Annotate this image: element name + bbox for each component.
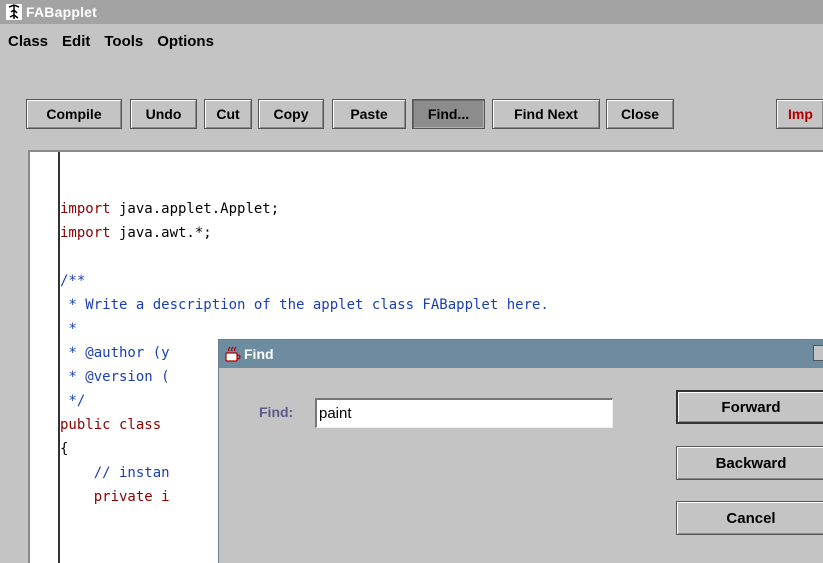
code-token: * Write a description of the applet clas…	[60, 297, 549, 313]
implementation-button[interactable]: Imp	[776, 99, 823, 129]
find-dialog-title: Find	[244, 346, 274, 362]
code-line[interactable]: *	[60, 317, 549, 341]
code-token: java.applet.Applet;	[110, 201, 280, 217]
code-token: // instan	[60, 465, 170, 481]
code-token: public class	[60, 417, 162, 433]
code-token: import	[60, 225, 111, 241]
code-token: /**	[60, 273, 86, 289]
forward-button[interactable]: Forward	[676, 390, 823, 424]
window-titlebar[interactable]: FABapplet	[0, 0, 823, 24]
find-next-button[interactable]: Find Next	[492, 99, 600, 129]
undo-button[interactable]: Undo	[130, 99, 197, 129]
code-token: java.awt.*;	[110, 225, 212, 241]
paste-button[interactable]: Paste	[332, 99, 406, 129]
window-title: FABapplet	[26, 4, 98, 20]
find-label: Find:	[259, 404, 294, 420]
code-token: {	[60, 441, 69, 457]
menu-options[interactable]: Options	[157, 33, 214, 50]
backward-button[interactable]: Backward	[676, 446, 823, 480]
cancel-button[interactable]: Cancel	[676, 501, 823, 535]
code-line[interactable]: import java.applet.Applet;	[60, 197, 549, 221]
close-button[interactable]: Close	[606, 99, 674, 129]
code-token: */	[60, 393, 86, 409]
dialog-close-icon[interactable]	[813, 345, 823, 361]
menu-bar: Class Edit Tools Options	[0, 24, 823, 58]
code-line[interactable]: /**	[60, 269, 549, 293]
code-token: import	[60, 201, 111, 217]
menu-edit[interactable]: Edit	[62, 33, 90, 50]
copy-button[interactable]: Copy	[258, 99, 324, 129]
code-token: * @version (	[60, 369, 170, 385]
menu-tools[interactable]: Tools	[104, 33, 143, 50]
find-button[interactable]: Find...	[412, 99, 485, 129]
find-dialog: Find Find: Forward Backward Cancel	[218, 339, 823, 563]
code-token: * @author (y	[60, 345, 170, 361]
compile-button[interactable]: Compile	[26, 99, 122, 129]
code-token: *	[60, 321, 77, 337]
code-line[interactable]	[60, 245, 549, 269]
code-line[interactable]: import java.awt.*;	[60, 221, 549, 245]
find-input[interactable]	[315, 398, 613, 428]
code-token: private i	[60, 489, 170, 505]
applet-app-icon	[6, 4, 22, 20]
code-line[interactable]: * Write a description of the applet clas…	[60, 293, 549, 317]
toolbar: Compile Undo Cut Copy Paste Find... Find…	[0, 58, 823, 148]
cut-button[interactable]: Cut	[204, 99, 252, 129]
find-dialog-titlebar[interactable]: Find	[219, 340, 823, 368]
java-cup-icon	[224, 345, 242, 363]
menu-class[interactable]: Class	[8, 33, 48, 50]
